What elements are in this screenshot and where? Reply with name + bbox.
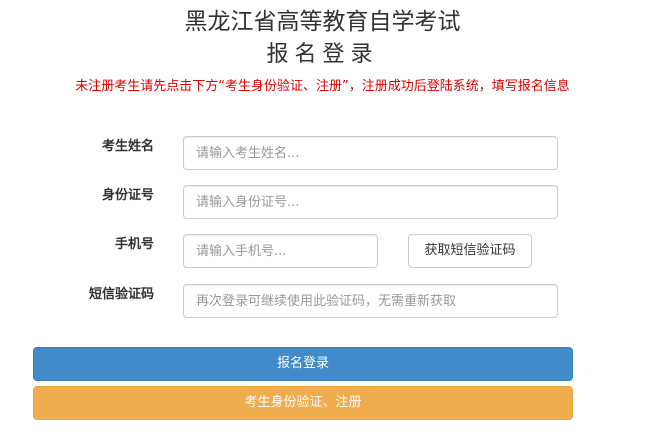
page-title: 黑龙江省高等教育自学考试 bbox=[184, 9, 461, 35]
phone-label: 手机号 bbox=[114, 237, 154, 252]
page-subtitle: 报名登录 bbox=[266, 42, 379, 67]
name-input[interactable] bbox=[183, 136, 558, 170]
id-number-input[interactable] bbox=[183, 185, 558, 219]
id-number-label: 身份证号 bbox=[101, 188, 154, 203]
register-button[interactable]: 考生身份验证、注册 bbox=[33, 386, 573, 420]
sms-code-label: 短信验证码 bbox=[88, 287, 154, 302]
login-button[interactable]: 报名登录 bbox=[33, 347, 573, 381]
login-page: 黑龙江省高等教育自学考试 报名登录 未注册考生请先点击下方“考生身份验证、注册”… bbox=[0, 0, 645, 438]
registration-notice: 未注册考生请先点击下方“考生身份验证、注册”，注册成功后登陆系统，填写报名信息 bbox=[75, 79, 570, 94]
name-label: 考生姓名 bbox=[101, 139, 154, 154]
get-sms-code-button[interactable]: 获取短信验证码 bbox=[408, 234, 532, 268]
phone-input[interactable] bbox=[183, 234, 378, 268]
sms-code-input[interactable] bbox=[183, 284, 558, 318]
